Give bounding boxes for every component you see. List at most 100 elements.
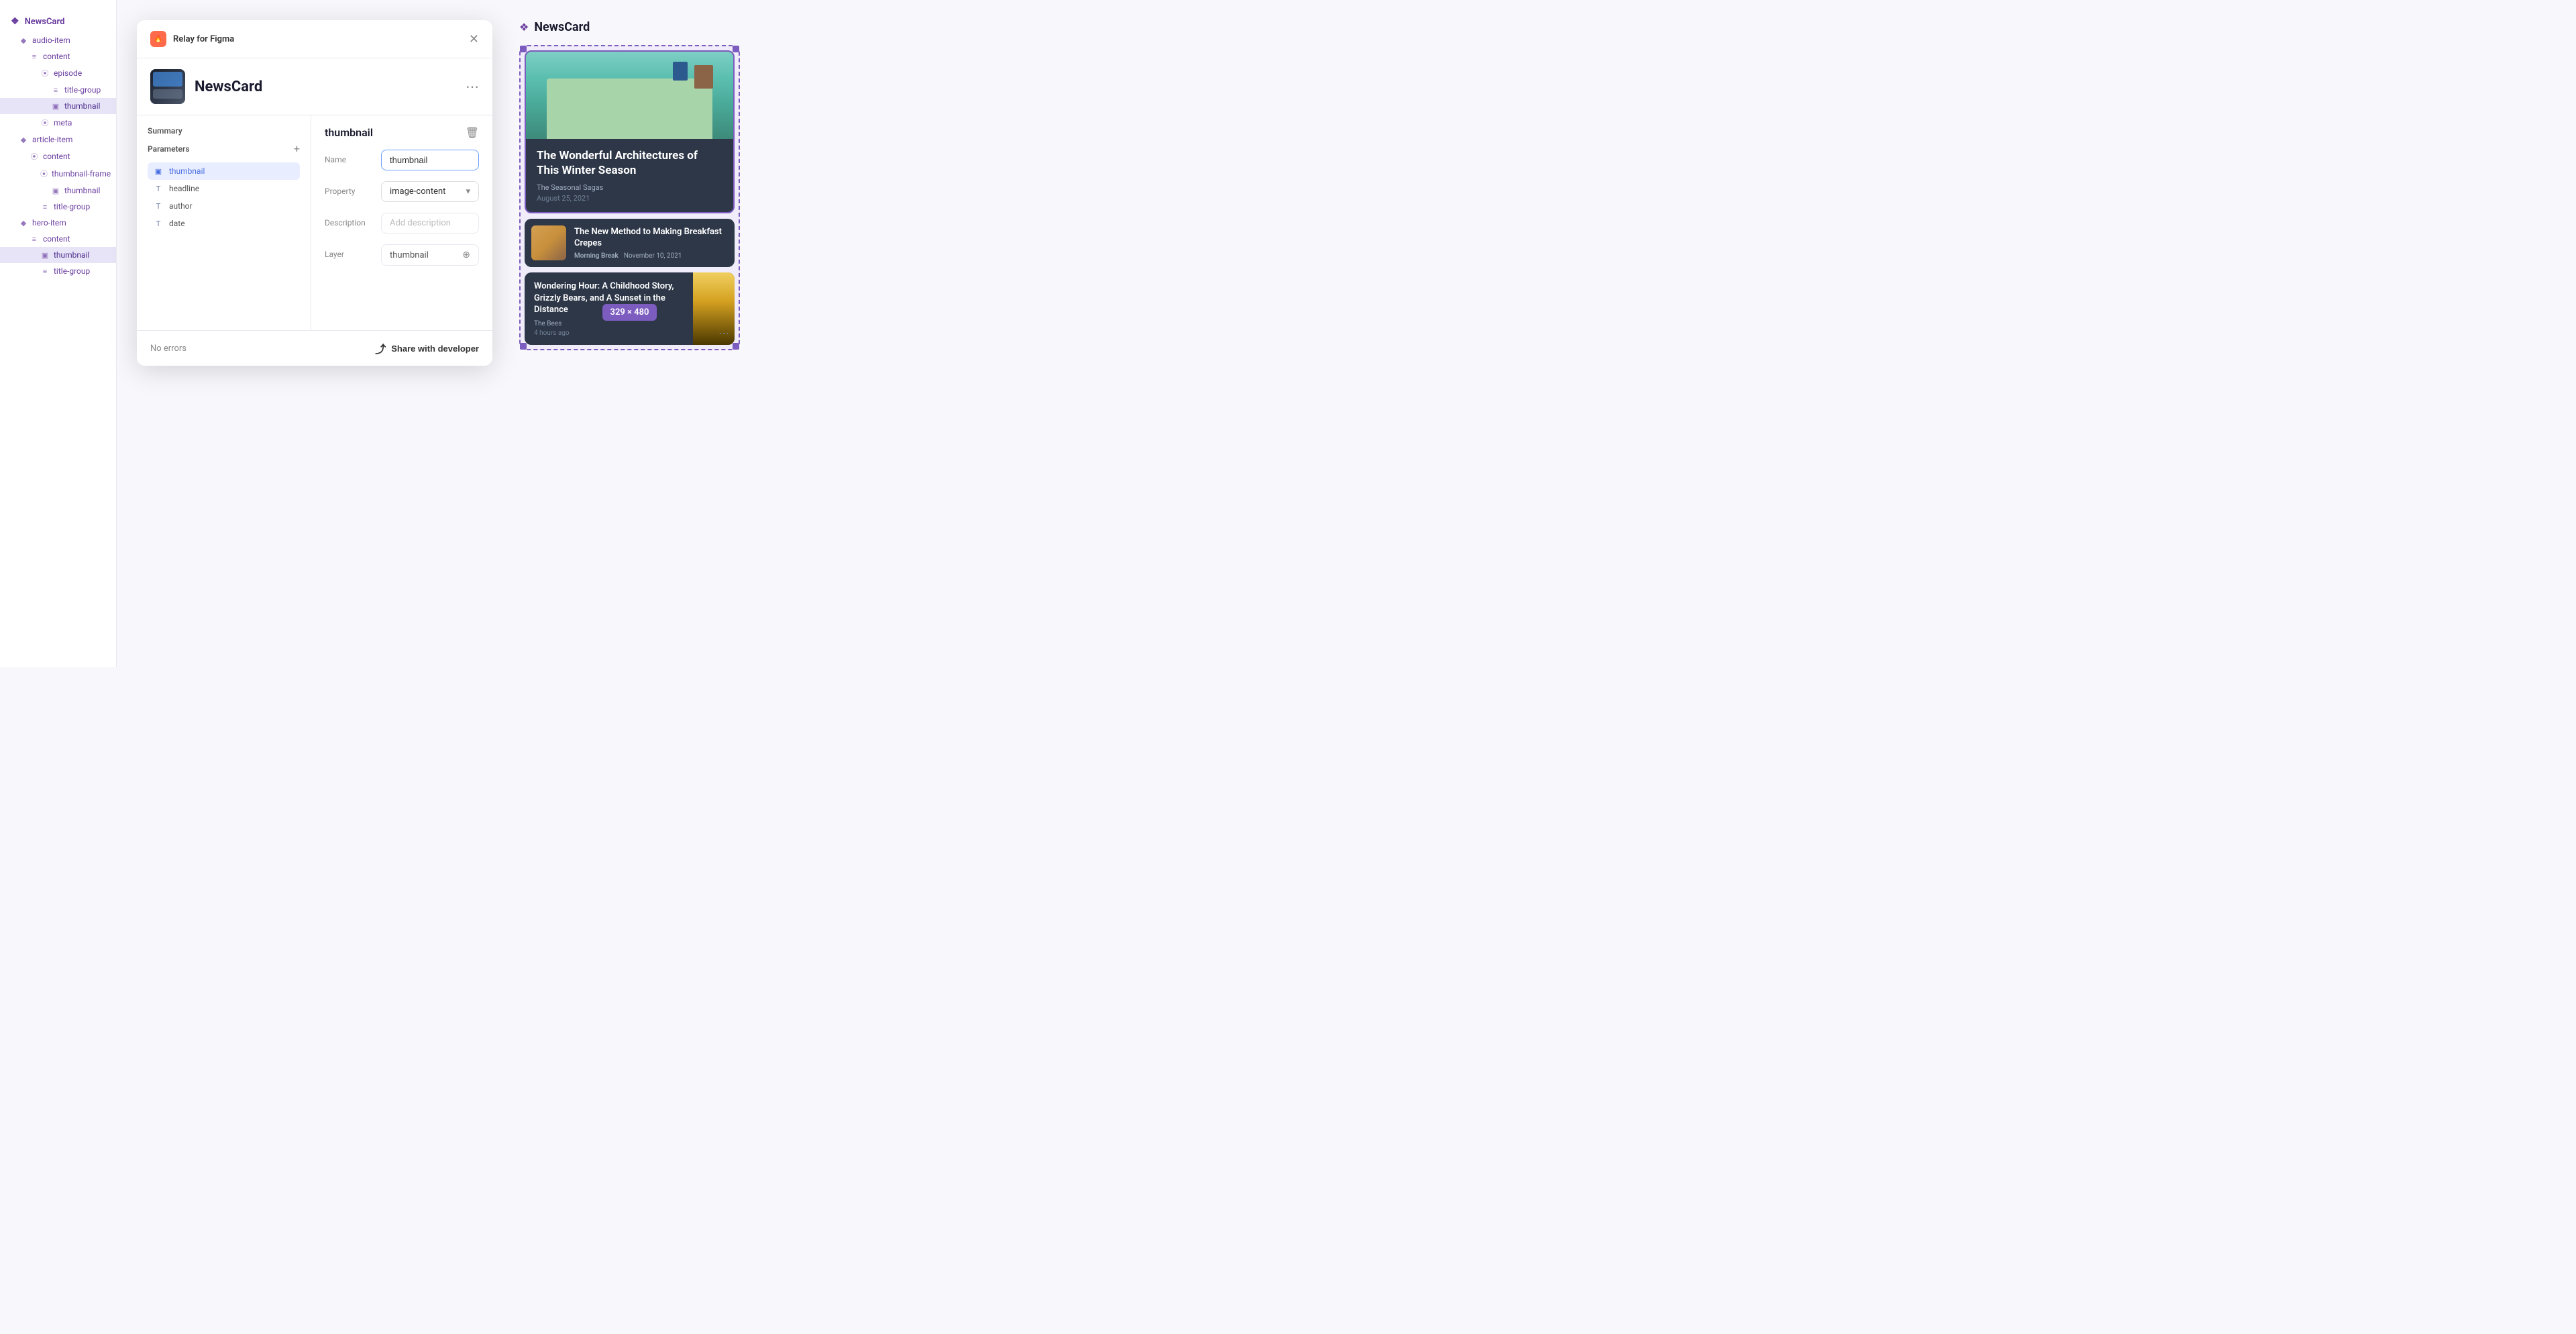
param-thumbnail[interactable]: ▣ thumbnail (148, 162, 300, 180)
sidebar-root-label: NewsCard (25, 17, 65, 27)
sidebar-item-meta[interactable]: ⦿ meta (0, 114, 116, 132)
card2-food-image (531, 225, 566, 260)
hero-image-wall (547, 79, 712, 139)
card2-text: The New Method to Making Breakfast Crepe… (574, 227, 728, 260)
layer-value-container: thumbnail ⊕ (381, 244, 479, 266)
dialog-right-panel: thumbnail 🗑 Name Property image-content (311, 115, 492, 330)
corner-handle-bl[interactable] (520, 343, 527, 350)
param-headline[interactable]: T headline (148, 180, 300, 197)
newscard-preview-container: The Wonderful Architectures of This Wint… (519, 45, 740, 350)
layer-label: Layer (325, 244, 373, 259)
layer-row: Layer thumbnail ⊕ (325, 244, 479, 266)
sidebar-item-title-group3[interactable]: ≡ title-group (0, 263, 116, 279)
hero-author: The Seasonal Sagas (537, 183, 722, 192)
property-select[interactable]: image-content ▾ (381, 181, 479, 202)
component-header: NewsCard ⋯ (137, 58, 492, 115)
layer-value-text: thumbnail (390, 250, 429, 260)
dialog-header-left: 🔥 Relay for Figma (150, 31, 234, 47)
sidebar-item-title-group[interactable]: ≡ title-group (0, 82, 116, 98)
sidebar-label-thumbnail2: thumbnail (64, 186, 100, 195)
lines-icon3: ≡ (40, 203, 50, 211)
name-value-container (381, 150, 479, 170)
param-headline-label: headline (169, 184, 199, 193)
description-placeholder[interactable]: Add description (381, 213, 479, 234)
lines-icon5: ≡ (40, 267, 50, 276)
hero-title: The Wonderful Architectures of This Wint… (537, 148, 722, 178)
property-label: Property (325, 181, 373, 196)
sidebar-root-item[interactable]: ❖ NewsCard (0, 11, 116, 32)
sidebar-item-episode[interactable]: ⦿ episode (0, 64, 116, 82)
name-row: Name (325, 150, 479, 170)
sidebar-item-content2[interactable]: ⦿ content (0, 148, 116, 165)
sidebar-item-thumbnail[interactable]: ▣ thumbnail (0, 98, 116, 114)
corner-handle-tr[interactable] (733, 46, 739, 52)
bars-icon: ⦿ (40, 68, 50, 79)
hero-date: August 25, 2021 (537, 194, 722, 203)
chevron-down-icon: ▾ (466, 187, 470, 197)
name-input[interactable] (381, 150, 479, 170)
param-author[interactable]: T author (148, 197, 300, 215)
image-icon: ▣ (51, 102, 60, 111)
target-icon[interactable]: ⊕ (462, 250, 470, 260)
preview-diamond-icon: ❖ (519, 21, 529, 34)
summary-label: Summary (148, 126, 300, 136)
right-panel-title: thumbnail (325, 126, 373, 139)
dialog-body: Summary Parameters + ▣ thumbnail T headl… (137, 115, 492, 330)
sidebar-item-title-group2[interactable]: ≡ title-group (0, 199, 116, 215)
component-name: NewsCard (195, 79, 262, 95)
size-badge: 329 × 480 (602, 304, 657, 321)
sidebar-item-thumbnail-frame[interactable]: ⦿ thumbnail-frame (0, 165, 116, 183)
card2-meta: Morning Break November 10, 2021 (574, 252, 728, 260)
sidebar-label-content2: content (43, 152, 70, 161)
no-errors-label: No errors (150, 344, 186, 354)
sidebar: ❖ NewsCard ◆ audio-item ≡ content ⦿ epis… (0, 0, 117, 667)
sidebar-item-content[interactable]: ≡ content (0, 48, 116, 64)
name-label: Name (325, 150, 373, 164)
sidebar-label-content3: content (43, 234, 70, 244)
sidebar-item-thumbnail2[interactable]: ▣ thumbnail (0, 183, 116, 199)
parameters-label: Parameters (148, 144, 190, 154)
image-icon2: ▣ (51, 187, 60, 195)
sidebar-item-content3[interactable]: ≡ content (0, 231, 116, 247)
hero-image-window2 (673, 62, 688, 81)
sidebar-item-audio-item[interactable]: ◆ audio-item (0, 32, 116, 48)
corner-handle-br[interactable] (733, 343, 739, 350)
card2-source: Morning Break (574, 252, 619, 260)
component-more-button[interactable]: ⋯ (466, 79, 479, 95)
main-content: 🔥 Relay for Figma ✕ NewsCard ⋯ Summary (117, 0, 1288, 667)
share-icon: ⤴ (375, 340, 386, 356)
sidebar-item-hero-item[interactable]: ◆ hero-item (0, 215, 116, 231)
sidebar-label-article-item: article-item (32, 135, 72, 144)
sidebar-label-title-group2: title-group (54, 202, 90, 211)
card2-image (531, 225, 566, 260)
diamond-icon3: ◆ (19, 219, 28, 227)
param-image-icon: ▣ (153, 167, 164, 176)
card3-more-button[interactable]: ⋯ (718, 327, 729, 340)
property-row: Property image-content ▾ (325, 181, 479, 202)
relay-icon: 🔥 (150, 31, 166, 47)
card2-date: November 10, 2021 (624, 252, 682, 260)
relay-app-name: Relay for Figma (173, 34, 234, 44)
description-label: Description (325, 213, 373, 227)
diamond-icon2: ◆ (19, 136, 28, 144)
sidebar-item-thumbnail3[interactable]: ▣ thumbnail (0, 247, 116, 263)
sidebar-label-thumbnail-frame: thumbnail-frame (52, 169, 111, 178)
share-button[interactable]: ⤴ Share with developer (375, 340, 479, 356)
dialog-close-button[interactable]: ✕ (469, 33, 479, 45)
param-date[interactable]: T date (148, 215, 300, 232)
preview-header: ❖ NewsCard (519, 20, 740, 34)
sidebar-label-title-group: title-group (64, 85, 101, 95)
card2: The New Method to Making Breakfast Crepe… (525, 219, 735, 267)
relay-dialog: 🔥 Relay for Figma ✕ NewsCard ⋯ Summary (137, 20, 492, 366)
param-author-label: author (169, 201, 193, 211)
sidebar-item-article-item[interactable]: ◆ article-item (0, 132, 116, 148)
card3-source: The Bees (534, 320, 684, 327)
params-add-button[interactable]: + (294, 144, 300, 154)
hero-card: The Wonderful Architectures of This Wint… (525, 50, 735, 213)
card3-time: 4 hours ago (534, 329, 684, 337)
param-text-icon1: T (153, 185, 164, 193)
sidebar-label-hero-item: hero-item (32, 218, 66, 227)
description-value-container: Add description (381, 213, 479, 234)
diamond-small-icon: ◆ (19, 36, 28, 45)
delete-button[interactable]: 🗑 (466, 126, 479, 139)
